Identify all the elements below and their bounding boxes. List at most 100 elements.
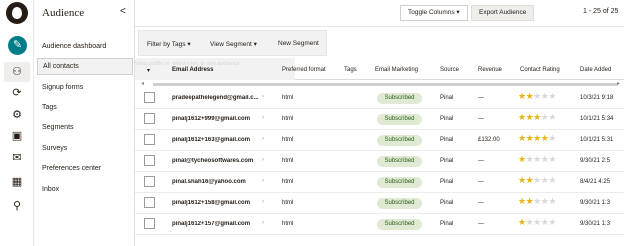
row-checkbox[interactable]	[144, 134, 155, 145]
col-preferred-format[interactable]: Preferred format	[282, 67, 326, 73]
scrollbar-thumb[interactable]	[153, 83, 618, 86]
date-added: 10/1/21 5:34	[580, 116, 614, 122]
date-added: 9/30/21 1:3	[580, 221, 611, 227]
scroll-left-icon[interactable]: ◂	[141, 80, 144, 87]
scroll-right-icon[interactable]: ▸	[617, 80, 620, 87]
contact-source: Pinal	[440, 158, 454, 164]
contact-revenue: —	[478, 116, 484, 122]
contact-email[interactable]: pradeepathelegend@gmail.c...	[172, 95, 264, 101]
contact-revenue: £132.00	[478, 137, 500, 143]
contact-source: Pinal	[440, 179, 454, 185]
collapse-sidebar-icon[interactable]: <	[120, 6, 126, 17]
contact-email[interactable]: pinal.shah16@yahoo.com	[172, 179, 264, 185]
star-filled-icon: ★	[533, 113, 541, 123]
sidebar-item-signup-forms[interactable]: Signup forms	[42, 84, 83, 91]
star-empty-icon: ★	[533, 197, 541, 207]
sidebar-item-tags[interactable]: Tags	[42, 104, 57, 111]
contact-rating-stars: ★★★★★	[518, 155, 556, 165]
contact-email[interactable]: pinalj1612+999@gmail.com	[172, 116, 264, 122]
sidebar-item-all-contacts[interactable]: All contacts	[37, 58, 133, 75]
star-filled-icon: ★	[518, 113, 526, 123]
preferred-format: html	[282, 158, 294, 164]
row-checkbox[interactable]	[144, 218, 155, 229]
star-empty-icon: ★	[548, 92, 556, 102]
campaigns-icon[interactable]: ✉	[7, 150, 27, 166]
toggle-columns-button[interactable]: Toggle Columns ▾	[400, 5, 468, 21]
row-checkbox[interactable]	[144, 113, 155, 124]
view-segment-dropdown[interactable]: View Segment ▾	[210, 40, 257, 48]
sidebar-item-audience-dashboard[interactable]: Audience dashboard	[42, 43, 106, 50]
contact-email[interactable]: pinal@tycheosoftwares.com	[172, 158, 264, 164]
open-profile-chevron-icon[interactable]: ›	[262, 220, 264, 226]
sidebar-item-inbox[interactable]: Inbox	[42, 186, 59, 193]
audience-icon[interactable]: ⚇	[4, 62, 30, 82]
contact-rating-stars: ★★★★★	[518, 197, 556, 207]
filter-bar: Filter by Tags ▾ View Segment ▾ New Segm…	[135, 27, 624, 58]
table-row[interactable]: pradeepathelegend@gmail.c... › html Subscri…	[135, 88, 624, 109]
table-row[interactable]: pinalj1612+999@gmail.com › html Subscribed P…	[135, 109, 624, 130]
contact-revenue: —	[478, 200, 484, 206]
star-filled-icon: ★	[518, 218, 526, 228]
open-profile-chevron-icon[interactable]: ›	[262, 94, 264, 100]
sidebar-item-surveys[interactable]: Surveys	[42, 145, 67, 152]
col-email-marketing[interactable]: Email Marketing	[375, 67, 418, 73]
subscription-status-badge: Subscribed	[377, 135, 422, 146]
open-profile-chevron-icon[interactable]: ›	[262, 199, 264, 205]
content-icon[interactable]: ▣	[7, 128, 27, 144]
new-segment-button[interactable]: New Segment	[278, 40, 319, 47]
automations-icon[interactable]: ⟳	[7, 85, 27, 101]
search-icon[interactable]: ⚲	[7, 198, 27, 214]
sidebar-item-segments[interactable]: Segments	[42, 124, 74, 131]
row-checkbox[interactable]	[144, 197, 155, 208]
table-row[interactable]: pinalj1612+157@gmail.com › html Subscribed P…	[135, 214, 624, 235]
subscription-status-badge: Subscribed	[377, 219, 422, 230]
icon-rail: ✎ ⚇ ⟳ ⚙ ▣ ✉ ▦ ⚲	[0, 0, 34, 246]
contact-revenue: —	[478, 158, 484, 164]
star-filled-icon: ★	[518, 197, 526, 207]
filter-by-tags-dropdown[interactable]: Filter by Tags ▾	[147, 40, 191, 48]
table-row[interactable]: pinalj1612+163@gmail.com › html Subscribed P…	[135, 130, 624, 151]
subscription-status-badge: Subscribed	[377, 198, 422, 209]
select-all-dropdown-icon[interactable]: ▾	[147, 67, 150, 74]
col-revenue[interactable]: Revenue	[478, 67, 502, 73]
contact-revenue: —	[478, 221, 484, 227]
contact-email[interactable]: pinalj1612+158@gmail.com	[172, 200, 264, 206]
col-contact-rating[interactable]: Contact Rating	[520, 67, 560, 73]
open-profile-chevron-icon[interactable]: ›	[262, 178, 264, 184]
dashboard-grid-icon[interactable]: ▦	[7, 174, 27, 190]
contact-source: Pinal	[440, 116, 454, 122]
star-empty-icon: ★	[548, 197, 556, 207]
open-profile-chevron-icon[interactable]: ›	[262, 136, 264, 142]
integrations-icon[interactable]: ⚙	[7, 107, 27, 123]
open-profile-chevron-icon[interactable]: ›	[262, 115, 264, 121]
row-checkbox[interactable]	[144, 155, 155, 166]
export-audience-button[interactable]: Export Audience	[471, 5, 535, 21]
preferred-format: html	[282, 137, 294, 143]
table-header: View profile or select rows to sort audi…	[135, 58, 624, 80]
table-row[interactable]: pinalj1612+158@gmail.com › html Subscribed P…	[135, 193, 624, 214]
mailchimp-logo-icon[interactable]	[6, 2, 28, 24]
contact-revenue: —	[478, 179, 484, 185]
sidebar-item-preferences-center[interactable]: Preferences center	[42, 165, 101, 172]
col-source[interactable]: Source	[440, 67, 459, 73]
horizontal-scrollbar[interactable]: ◂ ▸	[135, 80, 624, 88]
star-filled-icon: ★	[518, 92, 526, 102]
date-added: 10/1/21 5:31	[580, 137, 614, 143]
col-date-added[interactable]: Date Added	[580, 67, 611, 73]
create-pencil-icon[interactable]: ✎	[8, 36, 27, 55]
table-row[interactable]: pinal.shah16@yahoo.com › html Subscribed Pin…	[135, 172, 624, 193]
col-email-address[interactable]: Email Address	[172, 67, 213, 73]
date-added: 9/30/21 2:5	[580, 158, 611, 164]
row-checkbox[interactable]	[144, 92, 155, 103]
col-tags[interactable]: Tags	[344, 67, 357, 73]
contact-source: Pinal	[440, 137, 454, 143]
contact-email[interactable]: pinalj1612+163@gmail.com	[172, 137, 264, 143]
contact-source: Pinal	[440, 221, 454, 227]
row-checkbox[interactable]	[144, 176, 155, 187]
contact-email[interactable]: pinalj1612+157@gmail.com	[172, 221, 264, 227]
date-added: 8/4/21 4:25	[580, 179, 611, 185]
subscription-status-badge: Subscribed	[377, 156, 422, 167]
open-profile-chevron-icon[interactable]: ›	[262, 157, 264, 163]
star-empty-icon: ★	[533, 155, 541, 165]
table-row[interactable]: pinal@tycheosoftwares.com › html Subscribed…	[135, 151, 624, 172]
